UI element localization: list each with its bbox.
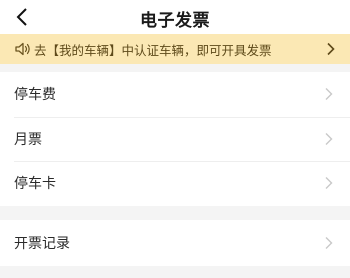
menu-item-parking-fee[interactable]: 停车费	[0, 72, 350, 117]
chevron-right-icon	[325, 177, 333, 190]
invoice-history-menu: 开票记录	[0, 220, 350, 266]
speaker-icon	[15, 42, 30, 56]
vehicle-auth-notice-banner[interactable]: 去【我的车辆】中认证车辆，即可开具发票	[0, 34, 350, 64]
menu-item-label: 停车卡	[14, 176, 56, 193]
page-title: 电子发票	[140, 11, 210, 31]
chevron-right-icon	[325, 132, 333, 145]
chevron-right-icon	[325, 88, 333, 101]
chevron-right-icon	[327, 42, 335, 56]
menu-item-label: 开票记录	[14, 236, 70, 252]
menu-item-label: 月票	[14, 131, 42, 148]
chevron-right-icon	[325, 237, 333, 249]
menu-item-parking-card[interactable]: 停车卡	[0, 161, 350, 206]
invoice-type-menu: 停车费 月票 停车卡	[0, 72, 350, 206]
menu-item-invoice-records[interactable]: 开票记录	[0, 220, 350, 266]
top-nav-bar: 电子发票	[0, 0, 350, 34]
notice-text: 去【我的车辆】中认证车辆，即可开具发票	[34, 42, 272, 58]
menu-item-label: 停车费	[14, 87, 56, 104]
menu-item-monthly-pass[interactable]: 月票	[0, 116, 350, 162]
